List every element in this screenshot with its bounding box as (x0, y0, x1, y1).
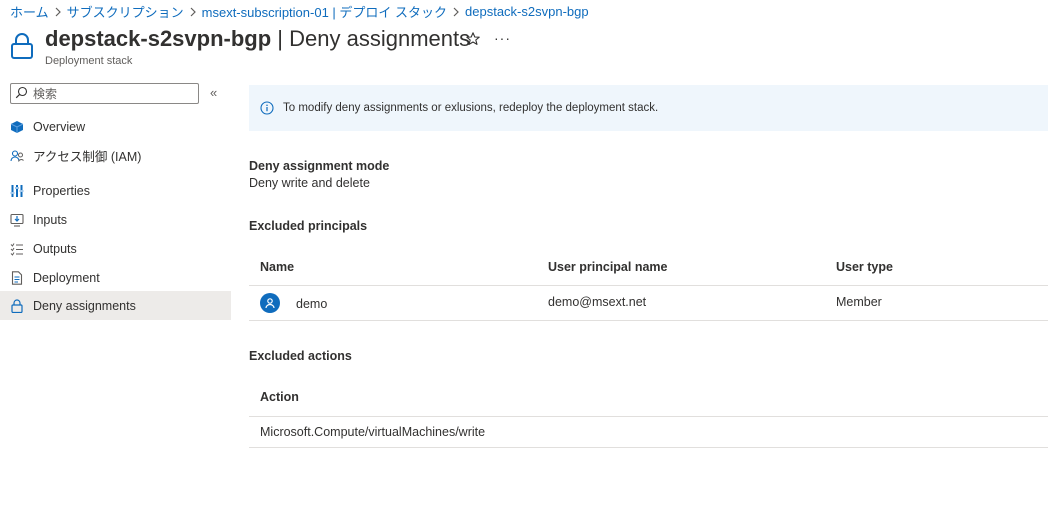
action-value: Microsoft.Compute/virtualMachines/write (260, 425, 486, 439)
principal-upn: demo@msext.net (548, 295, 647, 309)
sidebar-item-outputs[interactable]: Outputs (0, 234, 231, 263)
title-separator: | (277, 26, 284, 51)
chevron-right-icon (447, 4, 465, 19)
sidebar-item-label: Deny assignments (33, 298, 136, 313)
sidebar-item-iam[interactable]: アクセス制御 (IAM) (0, 141, 231, 170)
breadcrumb-home[interactable]: ホーム (10, 2, 49, 21)
actions-table-header: Action (249, 381, 1048, 417)
column-header-user-type[interactable]: User type (836, 260, 893, 274)
banner-text: To modify deny assignments or exlusions,… (283, 102, 659, 114)
breadcrumb-stack[interactable]: depstack-s2svpn-bgp (465, 4, 589, 19)
sidebar-item-label: Inputs (33, 212, 68, 227)
sidebar-item-label: Outputs (33, 241, 77, 256)
resource-name: depstack-s2svpn-bgp (45, 26, 272, 51)
lock-icon (10, 32, 34, 60)
info-icon (260, 101, 274, 115)
inputs-icon (10, 213, 24, 227)
outputs-icon (10, 242, 24, 256)
lock-icon (10, 298, 24, 313)
table-row: Microsoft.Compute/virtualMachines/write (249, 418, 1048, 448)
deny-mode-label: Deny assignment mode (249, 159, 390, 173)
column-header-upn[interactable]: User principal name (548, 260, 668, 274)
info-banner: To modify deny assignments or exlusions,… (249, 85, 1048, 131)
sidebar-item-deployment[interactable]: Deployment (0, 263, 231, 292)
principal-user-type: Member (836, 295, 882, 309)
star-icon[interactable] (465, 31, 481, 47)
resource-type: Deployment stack (45, 55, 133, 67)
breadcrumb-subscription-stacks[interactable]: msext-subscription-01 | デプロイ スタック (202, 2, 447, 21)
page-header: depstack-s2svpn-bgp | Deny assignments D… (10, 26, 1040, 70)
deny-mode-value: Deny write and delete (249, 176, 370, 190)
sidebar-item-overview[interactable]: Overview (0, 112, 231, 141)
breadcrumb-subscriptions[interactable]: サブスクリプション (67, 2, 184, 21)
search-icon (15, 86, 28, 102)
more-options-button[interactable]: ··· (494, 30, 511, 46)
page-title: depstack-s2svpn-bgp | Deny assignments (45, 26, 470, 52)
principals-table-header: Name User principal name User type (249, 250, 1048, 286)
document-icon (10, 270, 24, 285)
sidebar-item-label: アクセス制御 (IAM) (33, 150, 142, 164)
sidebar-item-inputs[interactable]: Inputs (0, 205, 231, 234)
sidebar-item-properties[interactable]: Properties (0, 176, 231, 205)
search-box[interactable] (10, 83, 199, 104)
sidebar-item-label: Overview (33, 119, 86, 134)
column-header-name[interactable]: Name (260, 260, 294, 274)
properties-icon (10, 184, 24, 198)
people-icon (10, 149, 24, 163)
cube-icon (10, 120, 24, 134)
sidebar-item-label: Properties (33, 183, 90, 198)
table-row: demo demo@msext.net Member (249, 287, 1048, 321)
chevron-right-icon (49, 4, 67, 19)
search-input[interactable] (33, 86, 193, 101)
collapse-sidebar-button[interactable]: « (210, 85, 217, 100)
excluded-principals-label: Excluded principals (249, 219, 368, 233)
user-avatar-icon (260, 293, 280, 313)
page-name: Deny assignments (289, 26, 471, 51)
column-header-action[interactable]: Action (260, 390, 299, 404)
chevron-right-icon (184, 4, 202, 19)
sidebar-item-deny-assignments[interactable]: Deny assignments (0, 291, 231, 320)
sidebar-item-label: Deployment (33, 270, 100, 285)
excluded-actions-label: Excluded actions (249, 349, 352, 363)
principal-name: demo (296, 297, 328, 311)
breadcrumb: ホーム サブスクリプション msext-subscription-01 | デプ… (10, 2, 589, 20)
